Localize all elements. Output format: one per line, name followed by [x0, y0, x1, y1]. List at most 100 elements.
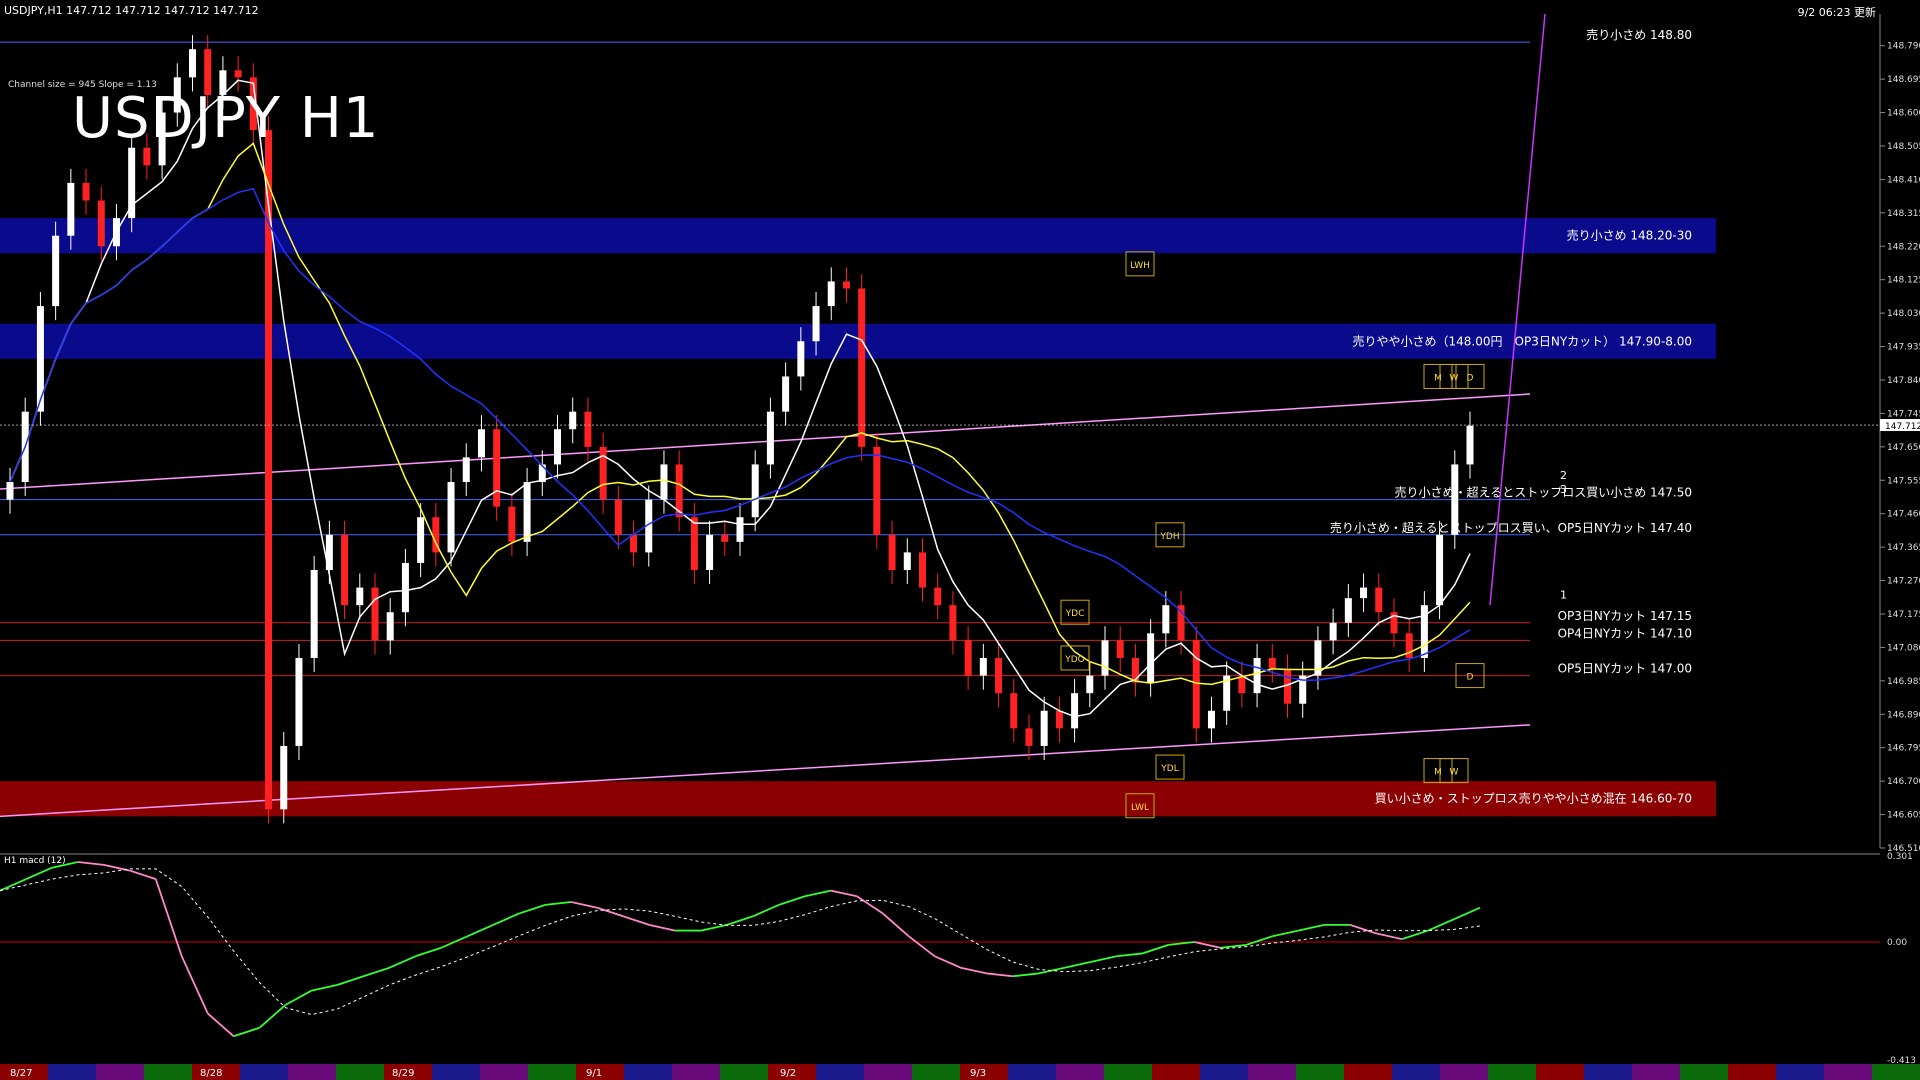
- x-tick-label: 9/1: [586, 1068, 602, 1079]
- marker-label: LWL: [1131, 803, 1149, 813]
- date-strip-cell: [432, 1064, 480, 1080]
- date-strip-cell: [912, 1064, 960, 1080]
- candle-body: [721, 534, 729, 542]
- marker-label: YDO: [1064, 655, 1085, 665]
- date-strip-cell: [1728, 1064, 1776, 1080]
- zone-label: OP5日NYカット 147.00: [1558, 662, 1692, 676]
- candle-body: [630, 534, 638, 553]
- candle-body: [995, 657, 1003, 694]
- y-tick-label: 148.125: [1887, 276, 1920, 286]
- y-tick-label: 146.795: [1887, 744, 1920, 754]
- zone-label: 売り小さめ 148.20-30: [1567, 228, 1692, 243]
- candle-body: [888, 534, 896, 570]
- candle-body: [782, 376, 790, 412]
- candle-body: [1238, 675, 1246, 694]
- zone-label: OP3日NYカット 147.15: [1558, 609, 1692, 623]
- y-tick-label: 148.030: [1887, 309, 1920, 319]
- date-strip-cell: [1776, 1064, 1824, 1080]
- date-strip-cell: [1680, 1064, 1728, 1080]
- candle-body: [903, 552, 911, 570]
- channel-info: Channel size = 945 Slope = 1.13: [8, 80, 157, 90]
- candle-body: [310, 570, 318, 658]
- zone-label: 売り小さめ・超えるとストップロス買い、OP5日NYカット 147.40: [1330, 520, 1692, 535]
- date-strip-cell: [288, 1064, 336, 1080]
- candle-body: [295, 657, 303, 746]
- y-tick-label: 146.605: [1887, 811, 1920, 821]
- date-strip-cell: [864, 1064, 912, 1080]
- date-strip-cell: [1344, 1064, 1392, 1080]
- candle-body: [417, 517, 425, 563]
- candle-body: [797, 341, 805, 377]
- y-tick-label: 148.505: [1887, 142, 1920, 152]
- marker-label: W: [1450, 768, 1459, 778]
- date-strip-cell: [1632, 1064, 1680, 1080]
- candle-body: [1055, 710, 1063, 729]
- marker-label: D: [1467, 673, 1474, 683]
- y-tick-label: 146.890: [1887, 710, 1920, 720]
- candle-body: [1314, 640, 1322, 676]
- date-strip-cell: [1392, 1064, 1440, 1080]
- candle-body: [128, 147, 136, 219]
- marker-label: W: [1450, 373, 1459, 383]
- y-tick-label: 147.650: [1887, 443, 1920, 453]
- y-tick-label: 147.840: [1887, 376, 1920, 386]
- candle-body: [584, 411, 592, 447]
- date-strip-cell: [720, 1064, 768, 1080]
- date-strip-cell: [1296, 1064, 1344, 1080]
- candle-body: [189, 49, 196, 78]
- chart-header-updated: 9/2 06:23 更新: [1797, 6, 1876, 19]
- date-strip-cell: [816, 1064, 864, 1080]
- candle-body: [919, 552, 926, 588]
- date-strip-cell: [336, 1064, 384, 1080]
- marker-label: YDC: [1065, 609, 1085, 619]
- y-tick-label: 147.745: [1887, 409, 1920, 419]
- y-tick-label: 147.365: [1887, 543, 1920, 553]
- y-tick-label: 148.410: [1887, 175, 1920, 185]
- candle-body: [1101, 640, 1109, 676]
- x-tick-label: 8/28: [200, 1068, 222, 1079]
- candle-body: [827, 281, 835, 307]
- y-tick-label: 147.460: [1887, 510, 1920, 520]
- chart-canvas: 売り小さめ 148.80 売り小さめ 148.20-30 売りやや小さめ（148.0…: [0, 0, 1920, 1080]
- candle-body: [1162, 605, 1170, 634]
- candle-body: [1436, 534, 1444, 606]
- candle-body: [1025, 728, 1033, 746]
- zone-label: 売り小さめ・超えるとストップロス買い小さめ 147.50: [1395, 485, 1692, 500]
- candle-body: [1192, 640, 1200, 729]
- candle-body: [1086, 675, 1094, 694]
- zone-label: 買い小さめ・ストップロス売りやや小さめ混在 146.60-70: [1375, 791, 1692, 806]
- y-tick-label: 147.080: [1887, 643, 1920, 653]
- date-strip-cell: [1440, 1064, 1488, 1080]
- y-tick-label: 146.985: [1887, 677, 1920, 687]
- candle-body: [569, 411, 577, 430]
- candle-body: [934, 587, 942, 606]
- candle-body: [1375, 587, 1383, 613]
- date-strip-cell: [96, 1064, 144, 1080]
- candle-body: [1147, 633, 1155, 683]
- candle-body: [265, 130, 273, 810]
- marker-label: YDH: [1159, 532, 1179, 542]
- date-strip-cell: [1584, 1064, 1632, 1080]
- y-tick-label: 147.555: [1887, 476, 1920, 486]
- marker-label: D: [1467, 373, 1474, 383]
- candle-body: [386, 612, 394, 641]
- candle-body: [554, 429, 561, 465]
- level-marker: 1: [1560, 589, 1567, 602]
- date-strip-cell: [528, 1064, 576, 1080]
- y-tick-label: 148.315: [1887, 209, 1920, 219]
- candle-body: [1360, 587, 1368, 599]
- candle-body: [6, 482, 14, 500]
- marker-label: M: [1434, 768, 1442, 778]
- candle-body: [1010, 693, 1018, 729]
- candle-body: [1253, 657, 1261, 694]
- background: [0, 0, 1920, 1080]
- candle-body: [1344, 598, 1352, 623]
- candle-body: [401, 562, 409, 613]
- date-strip-cell: [672, 1064, 720, 1080]
- marker-label: LWH: [1130, 261, 1150, 271]
- candle-body: [508, 506, 516, 542]
- subwindow-label: H1 macd (12): [4, 856, 66, 866]
- candle-body: [766, 411, 774, 465]
- candle-body: [842, 281, 850, 289]
- date-strip-cell: [144, 1064, 192, 1080]
